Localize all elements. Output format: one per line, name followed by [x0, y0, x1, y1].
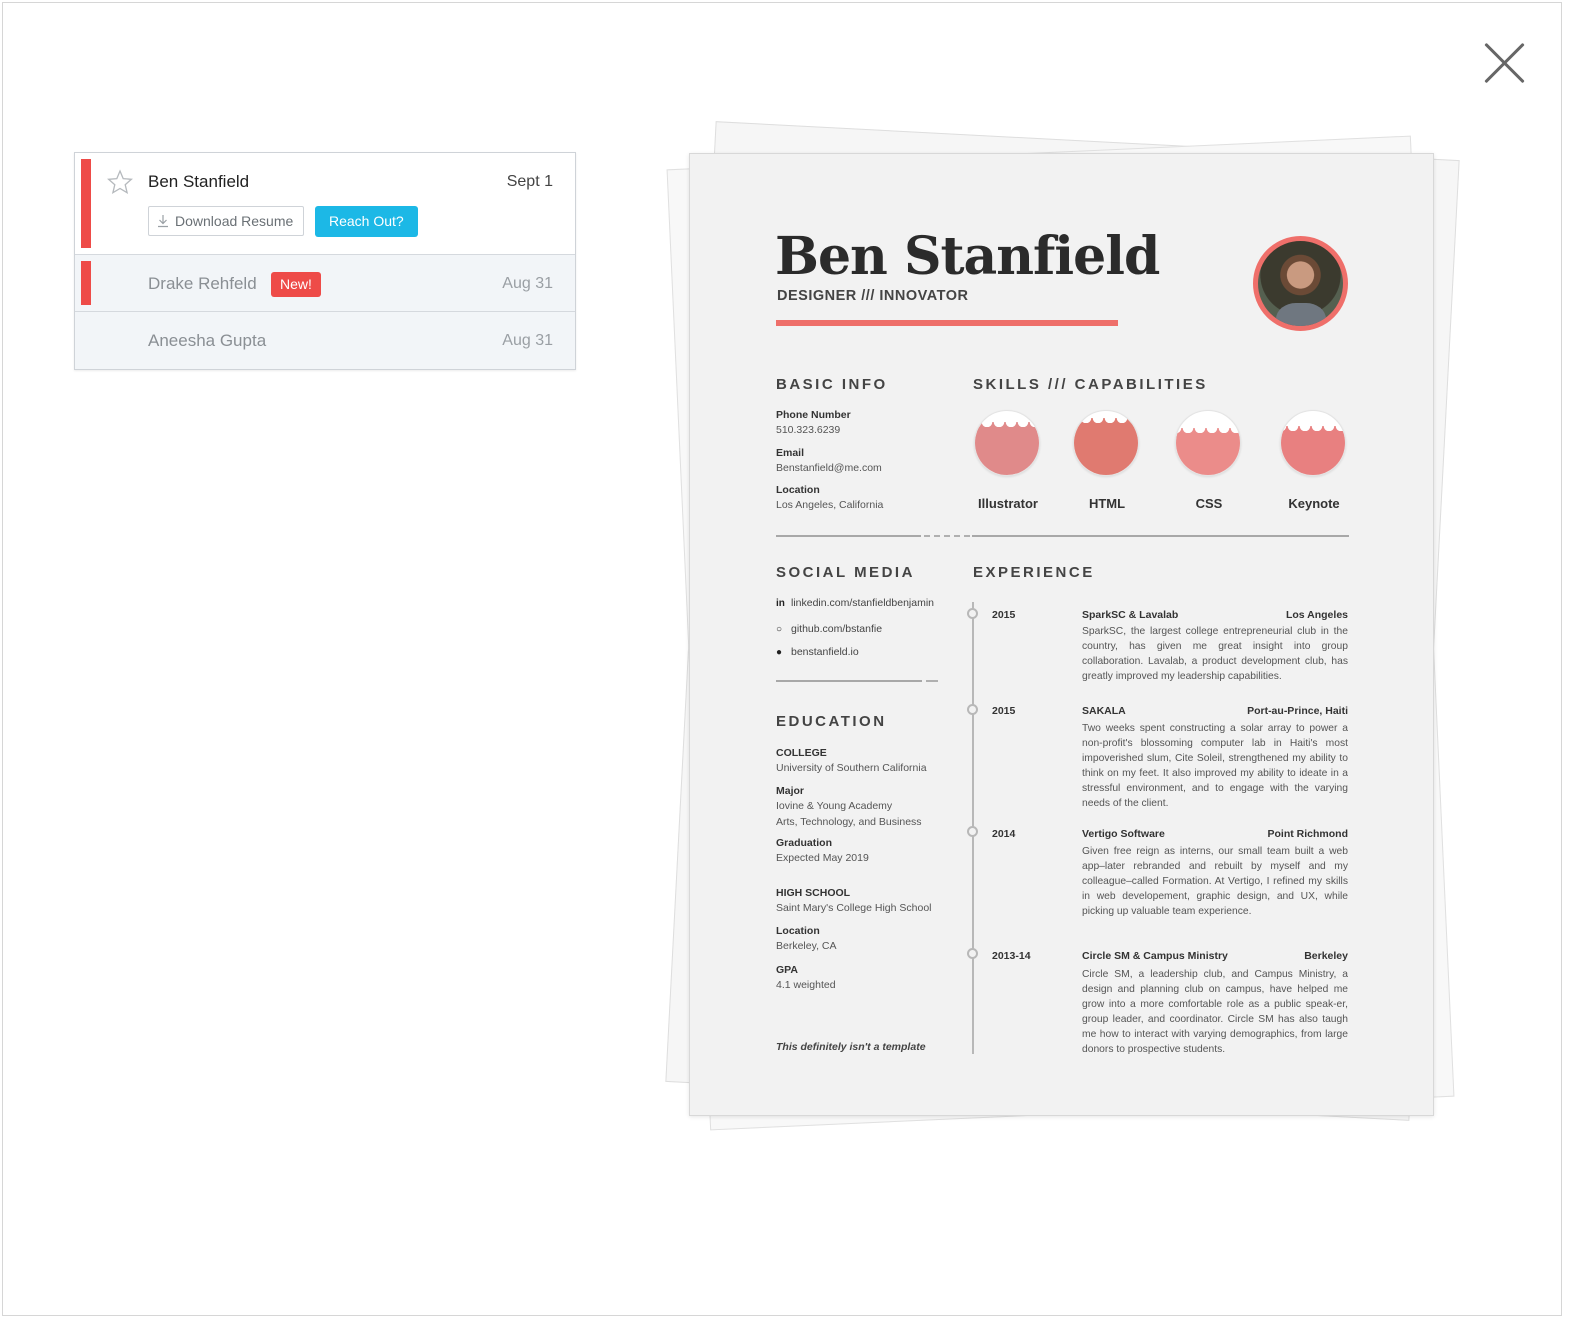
experience-description: SparkSC, the largest college entrepreneu… [1082, 626, 1348, 682]
email-value: Benstanfield@me.com [776, 462, 882, 474]
experience-heading: EXPERIENCE [973, 564, 1095, 581]
divider [776, 680, 922, 682]
resume-preview: Ben Stanfield DESIGNER /// INNOVATOR BAS… [689, 153, 1434, 1116]
star-icon[interactable] [107, 169, 133, 195]
experience-org: Vertigo Software [1082, 828, 1165, 840]
experience-description: Circle SM, a leadership club, and Campus… [1082, 969, 1348, 1055]
highschool-label: HIGH SCHOOL [776, 887, 851, 899]
skill-level-fill [1074, 417, 1138, 475]
experience-location: Point Richmond [1267, 828, 1349, 840]
skill-label: CSS [1195, 496, 1223, 511]
major-label: Major [776, 785, 805, 797]
experience-location: Berkeley [1304, 950, 1348, 962]
timeline-dot [967, 948, 978, 959]
graduation-value: Expected May 2019 [776, 852, 869, 864]
gpa-label: GPA [776, 964, 798, 976]
social-heading: SOCIAL MEDIA [776, 564, 915, 581]
highschool-value: Saint Mary's College High School [776, 902, 932, 914]
phone-label: Phone Number [776, 409, 851, 421]
experience-org: Circle SM & Campus Ministry [1082, 950, 1228, 962]
globe-icon: ● [776, 647, 783, 658]
social-linkedin: in linkedin.com/stanfieldbenjamin [776, 597, 934, 609]
gpa-value: 4.1 weighted [776, 979, 836, 991]
timeline-dot [967, 704, 978, 715]
candidate-item-aneesha-gupta[interactable]: Aneesha Gupta Aug 31 [75, 312, 575, 369]
experience-year: 2013-14 [992, 950, 1031, 962]
skill-level-fill [1281, 426, 1345, 475]
skill-illustrator: Illustrator [974, 410, 1042, 511]
email-label: Email [776, 447, 805, 459]
basic-info-heading: BASIC INFO [776, 376, 888, 393]
education-heading: EDUCATION [776, 713, 887, 730]
divider-dash [926, 680, 938, 682]
resume-name: Ben Stanfield [775, 226, 1160, 287]
candidate-date: Aug 31 [502, 275, 553, 292]
experience-year: 2015 [992, 705, 1016, 717]
reach-out-button[interactable]: Reach Out? [315, 206, 418, 237]
social-website: ● benstanfield.io [776, 646, 859, 658]
skill-keynote: Keynote [1280, 410, 1348, 511]
name-underline [776, 320, 1118, 326]
resume-footnote: This definitely isn't a template [776, 1041, 926, 1053]
download-resume-button[interactable]: Download Resume [148, 206, 305, 236]
experience-description: Two weeks spent constructing a solar arr… [1082, 723, 1348, 809]
location-value: Los Angeles, California [776, 499, 884, 511]
phone-value: 510.323.6239 [776, 424, 841, 436]
candidate-date: Aug 31 [502, 332, 553, 349]
experience-location: Port-au-Prince, Haiti [1247, 705, 1348, 717]
candidate-name: Drake Rehfeld [148, 274, 257, 293]
experience-org: SAKALA [1082, 705, 1126, 717]
hs-location-label: Location [776, 925, 820, 937]
experience-description: Given free reign as interns, our small t… [1082, 846, 1348, 917]
candidate-date: Sept 1 [506, 173, 553, 190]
major-value: Arts, Technology, and Business [776, 816, 922, 828]
new-badge: New! [271, 272, 321, 297]
social-github: ○ github.com/bstanfie [776, 623, 883, 635]
divider [776, 535, 921, 537]
timeline-dot [967, 608, 978, 619]
skill-level-fill [1176, 427, 1240, 475]
graduation-label: Graduation [776, 837, 833, 849]
experience-year: 2014 [992, 828, 1016, 840]
divider-dash [924, 535, 970, 537]
timeline-dot [967, 826, 978, 837]
skill-label: HTML [1088, 496, 1126, 511]
linkedin-icon: in [776, 598, 785, 609]
skill-level-fill [975, 422, 1039, 475]
college-value: University of Southern California [776, 762, 927, 774]
experience-org: SparkSC & Lavalab [1082, 609, 1179, 621]
github-icon: ○ [776, 624, 783, 635]
skill-css: CSS [1175, 410, 1243, 511]
download-resume-label: Download Resume [175, 213, 294, 229]
candidate-item-ben-stanfield[interactable]: Ben Stanfield Sept 1 Download Resume Rea… [75, 153, 575, 255]
hs-location-value: Berkeley, CA [776, 940, 837, 952]
skill-label: Keynote [1288, 496, 1340, 511]
candidate-list: Ben Stanfield Sept 1 Download Resume Rea… [74, 152, 576, 370]
college-label: COLLEGE [776, 747, 827, 759]
skills-heading: SKILLS /// CAPABILITIES [973, 376, 1208, 393]
candidate-name: Ben Stanfield [148, 172, 250, 191]
unread-marker [81, 159, 91, 248]
skill-label: Illustrator [978, 496, 1038, 511]
major-value: Iovine & Young Academy [776, 800, 893, 812]
skill-html: HTML [1073, 410, 1141, 511]
location-label: Location [776, 484, 820, 496]
candidate-item-drake-rehfeld[interactable]: Drake Rehfeld New! Aug 31 [75, 255, 575, 312]
resume-role: DESIGNER /// INNOVATOR [777, 288, 969, 304]
experience-location: Los Angeles [1285, 609, 1348, 621]
experience-year: 2015 [992, 609, 1016, 621]
avatar [1253, 236, 1348, 331]
unread-marker [81, 261, 91, 305]
download-icon [158, 215, 168, 228]
close-icon[interactable] [1482, 40, 1528, 86]
divider [972, 535, 1349, 537]
candidate-name: Aneesha Gupta [148, 331, 267, 350]
